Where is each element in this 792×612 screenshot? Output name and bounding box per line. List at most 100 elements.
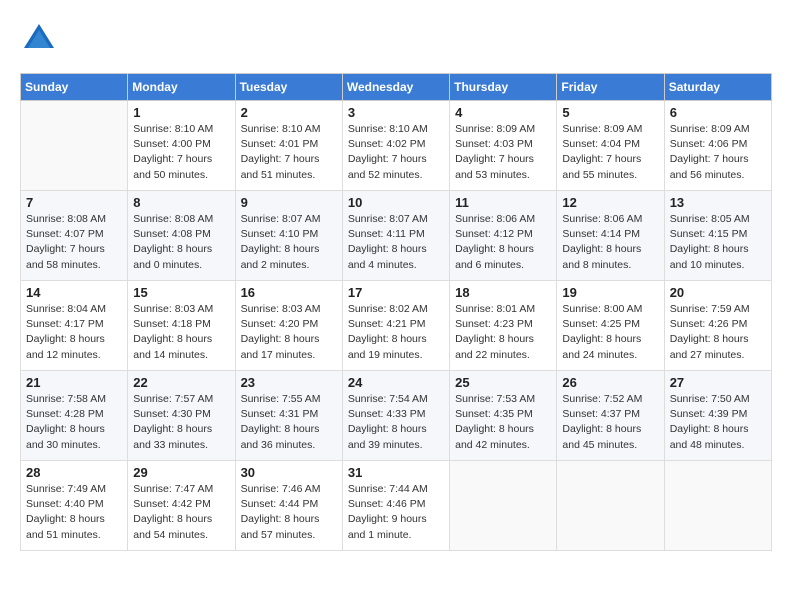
calendar-week-row: 28Sunrise: 7:49 AMSunset: 4:40 PMDayligh…	[21, 461, 772, 551]
page-header	[20, 20, 772, 63]
day-number: 5	[562, 105, 658, 120]
day-info: Sunrise: 8:09 AMSunset: 4:03 PMDaylight:…	[455, 122, 551, 183]
calendar-cell: 30 Sunrise: 7:46 AMSunset: 4:44 PMDayligh…	[235, 461, 342, 551]
calendar-cell: 20 Sunrise: 7:59 AMSunset: 4:26 PMDayligh…	[664, 281, 771, 371]
day-number: 16	[241, 285, 337, 300]
day-number: 15	[133, 285, 229, 300]
calendar-cell: 22 Sunrise: 7:57 AMSunset: 4:30 PMDayligh…	[128, 371, 235, 461]
calendar-cell: 12Sunrise: 8:06 AMSunset: 4:14 PMDayligh…	[557, 191, 664, 281]
calendar-cell: 18 Sunrise: 8:01 AMSunset: 4:23 PMDayligh…	[450, 281, 557, 371]
calendar-cell: 2 Sunrise: 8:10 AMSunset: 4:01 PMDaylight…	[235, 101, 342, 191]
day-number: 26	[562, 375, 658, 390]
logo-icon	[20, 20, 58, 58]
day-info: Sunrise: 8:03 AMSunset: 4:18 PMDaylight:…	[133, 302, 229, 363]
day-info: Sunrise: 8:07 AMSunset: 4:11 PMDaylight:…	[348, 212, 444, 273]
calendar-cell: 24 Sunrise: 7:54 AMSunset: 4:33 PMDayligh…	[342, 371, 449, 461]
calendar-cell	[664, 461, 771, 551]
day-number: 19	[562, 285, 658, 300]
day-number: 31	[348, 465, 444, 480]
day-info: Sunrise: 7:52 AMSunset: 4:37 PMDaylight:…	[562, 392, 658, 453]
calendar-body: 1Sunrise: 8:10 AMSunset: 4:00 PMDaylight…	[21, 101, 772, 551]
day-info: Sunrise: 7:59 AMSunset: 4:26 PMDaylight:…	[670, 302, 766, 363]
day-number: 30	[241, 465, 337, 480]
day-info: Sunrise: 8:06 AMSunset: 4:12 PMDaylight:…	[455, 212, 551, 273]
day-info: Sunrise: 7:58 AMSunset: 4:28 PMDaylight:…	[26, 392, 122, 453]
calendar-cell: 4 Sunrise: 8:09 AMSunset: 4:03 PMDaylight…	[450, 101, 557, 191]
day-number: 12	[562, 195, 658, 210]
calendar-cell: 31 Sunrise: 7:44 AMSunset: 4:46 PMDayligh…	[342, 461, 449, 551]
calendar-cell: 10 Sunrise: 8:07 AMSunset: 4:11 PMDayligh…	[342, 191, 449, 281]
calendar-cell: 7 Sunrise: 8:08 AMSunset: 4:07 PMDaylight…	[21, 191, 128, 281]
calendar-cell	[450, 461, 557, 551]
calendar-cell: 3 Sunrise: 8:10 AMSunset: 4:02 PMDaylight…	[342, 101, 449, 191]
day-number: 9	[241, 195, 337, 210]
day-info: Sunrise: 8:05 AMSunset: 4:15 PMDaylight:…	[670, 212, 766, 273]
day-info: Sunrise: 7:57 AMSunset: 4:30 PMDaylight:…	[133, 392, 229, 453]
day-number: 23	[241, 375, 337, 390]
day-info: Sunrise: 7:54 AMSunset: 4:33 PMDaylight:…	[348, 392, 444, 453]
day-info: Sunrise: 8:00 AMSunset: 4:25 PMDaylight:…	[562, 302, 658, 363]
day-info: Sunrise: 8:10 AMSunset: 4:02 PMDaylight:…	[348, 122, 444, 183]
calendar-cell: 6 Sunrise: 8:09 AMSunset: 4:06 PMDaylight…	[664, 101, 771, 191]
day-number: 27	[670, 375, 766, 390]
day-number: 22	[133, 375, 229, 390]
day-number: 4	[455, 105, 551, 120]
day-number: 25	[455, 375, 551, 390]
calendar-cell: 16 Sunrise: 8:03 AMSunset: 4:20 PMDayligh…	[235, 281, 342, 371]
day-number: 11	[455, 195, 551, 210]
weekday-header-monday: Monday	[128, 74, 235, 101]
calendar-cell: 5 Sunrise: 8:09 AMSunset: 4:04 PMDaylight…	[557, 101, 664, 191]
day-info: Sunrise: 8:10 AMSunset: 4:01 PMDaylight:…	[241, 122, 337, 183]
day-number: 18	[455, 285, 551, 300]
day-number: 3	[348, 105, 444, 120]
weekday-header-sunday: Sunday	[21, 74, 128, 101]
day-number: 28	[26, 465, 122, 480]
weekday-header-wednesday: Wednesday	[342, 74, 449, 101]
calendar-cell: 17 Sunrise: 8:02 AMSunset: 4:21 PMDayligh…	[342, 281, 449, 371]
calendar-cell: 11 Sunrise: 8:06 AMSunset: 4:12 PMDayligh…	[450, 191, 557, 281]
day-info: Sunrise: 8:10 AMSunset: 4:00 PMDaylight:…	[133, 122, 229, 183]
day-info: Sunrise: 7:44 AMSunset: 4:46 PMDaylight:…	[348, 482, 444, 543]
day-info: Sunrise: 8:03 AMSunset: 4:20 PMDaylight:…	[241, 302, 337, 363]
day-number: 10	[348, 195, 444, 210]
day-info: Sunrise: 8:01 AMSunset: 4:23 PMDaylight:…	[455, 302, 551, 363]
day-info: Sunrise: 8:08 AMSunset: 4:08 PMDaylight:…	[133, 212, 229, 273]
day-number: 2	[241, 105, 337, 120]
calendar-header: SundayMondayTuesdayWednesdayThursdayFrid…	[21, 74, 772, 101]
day-info: Sunrise: 7:53 AMSunset: 4:35 PMDaylight:…	[455, 392, 551, 453]
day-info: Sunrise: 8:07 AMSunset: 4:10 PMDaylight:…	[241, 212, 337, 273]
day-number: 29	[133, 465, 229, 480]
day-number: 17	[348, 285, 444, 300]
calendar-table: SundayMondayTuesdayWednesdayThursdayFrid…	[20, 73, 772, 551]
day-number: 20	[670, 285, 766, 300]
day-info: Sunrise: 8:09 AMSunset: 4:06 PMDaylight:…	[670, 122, 766, 183]
day-number: 24	[348, 375, 444, 390]
calendar-cell: 29 Sunrise: 7:47 AMSunset: 4:42 PMDayligh…	[128, 461, 235, 551]
calendar-cell	[557, 461, 664, 551]
day-number: 7	[26, 195, 122, 210]
calendar-cell: 21Sunrise: 7:58 AMSunset: 4:28 PMDayligh…	[21, 371, 128, 461]
weekday-header-thursday: Thursday	[450, 74, 557, 101]
calendar-cell: 28Sunrise: 7:49 AMSunset: 4:40 PMDayligh…	[21, 461, 128, 551]
calendar-cell: 14Sunrise: 8:04 AMSunset: 4:17 PMDayligh…	[21, 281, 128, 371]
calendar-cell: 19 Sunrise: 8:00 AMSunset: 4:25 PMDayligh…	[557, 281, 664, 371]
weekday-header-row: SundayMondayTuesdayWednesdayThursdayFrid…	[21, 74, 772, 101]
weekday-header-friday: Friday	[557, 74, 664, 101]
day-info: Sunrise: 8:04 AMSunset: 4:17 PMDaylight:…	[26, 302, 122, 363]
day-info: Sunrise: 8:09 AMSunset: 4:04 PMDaylight:…	[562, 122, 658, 183]
calendar-week-row: 7 Sunrise: 8:08 AMSunset: 4:07 PMDaylight…	[21, 191, 772, 281]
calendar-cell: 25 Sunrise: 7:53 AMSunset: 4:35 PMDayligh…	[450, 371, 557, 461]
day-info: Sunrise: 8:08 AMSunset: 4:07 PMDaylight:…	[26, 212, 122, 273]
calendar-cell: 27 Sunrise: 7:50 AMSunset: 4:39 PMDayligh…	[664, 371, 771, 461]
day-info: Sunrise: 7:47 AMSunset: 4:42 PMDaylight:…	[133, 482, 229, 543]
day-info: Sunrise: 8:02 AMSunset: 4:21 PMDaylight:…	[348, 302, 444, 363]
calendar-cell: 23Sunrise: 7:55 AMSunset: 4:31 PMDayligh…	[235, 371, 342, 461]
day-info: Sunrise: 7:50 AMSunset: 4:39 PMDaylight:…	[670, 392, 766, 453]
calendar-cell: 8Sunrise: 8:08 AMSunset: 4:08 PMDaylight…	[128, 191, 235, 281]
calendar-cell	[21, 101, 128, 191]
calendar-cell: 15 Sunrise: 8:03 AMSunset: 4:18 PMDayligh…	[128, 281, 235, 371]
weekday-header-saturday: Saturday	[664, 74, 771, 101]
day-number: 6	[670, 105, 766, 120]
day-info: Sunrise: 7:46 AMSunset: 4:44 PMDaylight:…	[241, 482, 337, 543]
weekday-header-tuesday: Tuesday	[235, 74, 342, 101]
